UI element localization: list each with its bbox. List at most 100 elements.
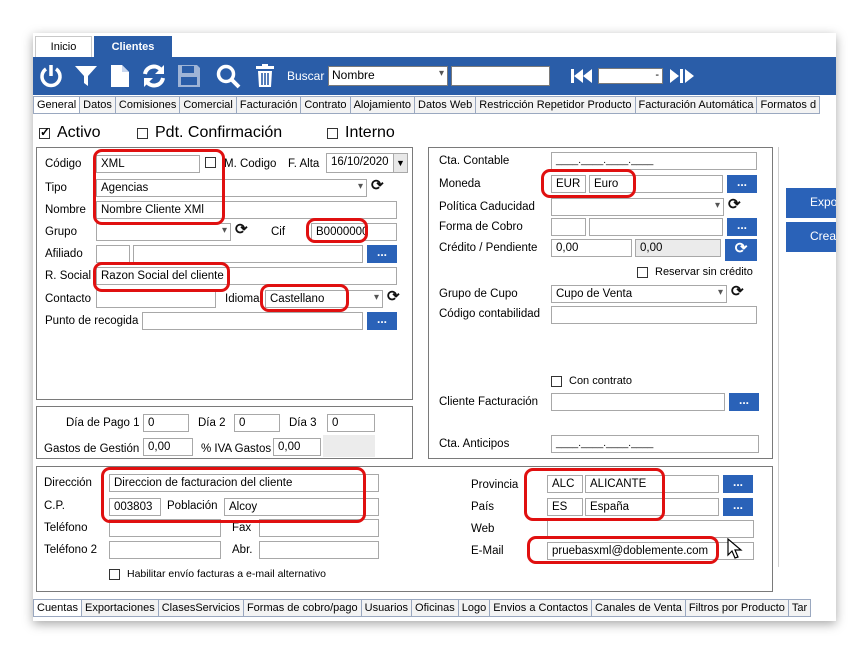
habilitar-envio-checkbox[interactable]: Habilitar envío facturas a e-mail altern… bbox=[109, 568, 326, 580]
moneda-code-field[interactable]: EUR bbox=[551, 175, 586, 193]
moneda-lookup-button[interactable]: ... bbox=[727, 175, 757, 193]
new-document-icon[interactable] bbox=[105, 61, 135, 91]
dia3-field[interactable]: 0 bbox=[327, 414, 375, 432]
afiliado-code-field[interactable] bbox=[96, 245, 130, 263]
pais-lookup-button[interactable]: ... bbox=[723, 498, 753, 516]
pdt-confirmacion-checkbox[interactable]: Pdt. Confirmación bbox=[137, 124, 282, 142]
idioma-refresh-icon[interactable]: ⟳ bbox=[387, 287, 400, 305]
search-icon[interactable] bbox=[213, 61, 243, 91]
provincia-name-field[interactable]: ALICANTE bbox=[585, 475, 719, 493]
save-icon[interactable] bbox=[174, 61, 204, 91]
date-dropdown-icon[interactable]: ▼ bbox=[393, 154, 407, 172]
section-tab-1[interactable]: Datos bbox=[80, 96, 116, 114]
forma-cobro-lookup-button[interactable]: ... bbox=[727, 218, 757, 236]
cta-anticipos-field[interactable]: ____.____.____.____ bbox=[551, 435, 759, 453]
section-tab-3[interactable]: Comercial bbox=[180, 96, 237, 114]
section-tab-9[interactable]: Facturación Automática bbox=[635, 96, 758, 114]
contacto-field[interactable] bbox=[96, 290, 216, 308]
crear-button[interactable]: Crea bbox=[786, 222, 836, 252]
rsocial-field[interactable]: Razon Social del cliente bbox=[96, 267, 397, 285]
interno-checkbox[interactable]: Interno bbox=[327, 124, 395, 142]
cliente-facturacion-field[interactable] bbox=[551, 393, 725, 411]
tipo-select[interactable]: Agencias bbox=[96, 179, 367, 197]
forma-cobro-name-field[interactable] bbox=[589, 218, 723, 236]
bottom-tab-2[interactable]: ClasesServicios bbox=[158, 599, 244, 617]
tab-clientes[interactable]: Clientes bbox=[94, 36, 172, 57]
contacto-label: Contacto bbox=[45, 293, 92, 305]
power-icon[interactable] bbox=[36, 61, 66, 91]
abr-field[interactable] bbox=[259, 541, 379, 559]
filter-icon[interactable] bbox=[71, 61, 101, 91]
dia-pago-field[interactable]: 0 bbox=[143, 414, 189, 432]
politica-refresh-icon[interactable]: ⟳ bbox=[728, 195, 741, 213]
credito-refresh-button[interactable]: ⟳ bbox=[725, 239, 757, 261]
telefono-field[interactable] bbox=[109, 519, 221, 537]
bottom-tab-8[interactable]: Canales de Venta bbox=[592, 599, 686, 617]
grupo-cupo-select[interactable]: Cupo de Venta bbox=[551, 285, 727, 303]
m-codigo-checkbox[interactable] bbox=[205, 157, 223, 171]
forma-cobro-code-field[interactable] bbox=[551, 218, 586, 236]
tipo-refresh-icon[interactable]: ⟳ bbox=[371, 176, 384, 194]
politica-caducidad-select[interactable] bbox=[551, 198, 724, 216]
delete-icon[interactable] bbox=[250, 61, 280, 91]
gastos-field[interactable]: 0,00 bbox=[143, 438, 193, 456]
cp-field[interactable]: 003803 bbox=[109, 498, 161, 516]
section-tab-8[interactable]: Restricción Repetidor Producto bbox=[476, 96, 636, 114]
cliente-facturacion-lookup-button[interactable]: ... bbox=[729, 393, 759, 411]
section-tab-2[interactable]: Comisiones bbox=[115, 96, 181, 114]
reservar-sin-credito-checkbox[interactable]: Reservar sin crédito bbox=[637, 266, 753, 278]
bottom-tab-1[interactable]: Exportaciones bbox=[81, 599, 159, 617]
pais-code-field[interactable]: ES bbox=[547, 498, 583, 516]
iva-gastos-field[interactable]: 0,00 bbox=[273, 438, 321, 456]
activo-checkbox[interactable]: Activo bbox=[39, 124, 101, 142]
bottom-tab-10[interactable]: Tar bbox=[788, 599, 812, 617]
afiliado-lookup-button[interactable]: ... bbox=[367, 245, 397, 263]
afiliado-name-field[interactable] bbox=[133, 245, 363, 263]
section-tab-4[interactable]: Facturación bbox=[236, 96, 302, 114]
exportar-button[interactable]: Expor bbox=[786, 188, 836, 218]
grupo-cupo-refresh-icon[interactable]: ⟳ bbox=[731, 282, 744, 300]
pais-name-field[interactable]: España bbox=[585, 498, 719, 516]
grupo-refresh-icon[interactable]: ⟳ bbox=[235, 220, 248, 238]
first-record-icon[interactable] bbox=[566, 61, 596, 91]
credito-field[interactable]: 0,00 bbox=[551, 239, 632, 257]
provincia-code-field[interactable]: ALC bbox=[547, 475, 583, 493]
grupo-select[interactable] bbox=[96, 223, 231, 241]
last-record-icon[interactable] bbox=[664, 61, 698, 91]
search-input[interactable] bbox=[451, 66, 550, 86]
poblacion-field[interactable]: Alcoy bbox=[224, 498, 379, 516]
section-tab-0[interactable]: General bbox=[33, 96, 81, 114]
cta-contable-field[interactable]: ____.____.____.____ bbox=[551, 152, 757, 170]
provincia-lookup-button[interactable]: ... bbox=[723, 475, 753, 493]
idioma-select[interactable]: Castellano bbox=[265, 290, 383, 308]
web-field[interactable] bbox=[547, 520, 754, 538]
cif-field[interactable]: B0000000 bbox=[311, 223, 397, 241]
con-contrato-checkbox[interactable]: Con contrato bbox=[551, 375, 632, 387]
section-tab-5[interactable]: Contrato bbox=[301, 96, 351, 114]
record-navigator[interactable]: - bbox=[598, 68, 663, 84]
bottom-tab-4[interactable]: Usuarios bbox=[361, 599, 413, 617]
bottom-tab-5[interactable]: Oficinas bbox=[412, 599, 459, 617]
dia2-field[interactable]: 0 bbox=[234, 414, 280, 432]
tab-inicio[interactable]: Inicio bbox=[35, 36, 92, 57]
refresh-icon[interactable] bbox=[139, 61, 169, 91]
moneda-name-field[interactable]: Euro bbox=[589, 175, 723, 193]
email-field[interactable]: pruebasxml@doblemente.com bbox=[547, 542, 754, 560]
fax-field[interactable] bbox=[259, 519, 379, 537]
search-field-select[interactable]: Nombre bbox=[328, 66, 448, 86]
direccion-field[interactable]: Direccion de facturacion del cliente bbox=[109, 474, 379, 492]
section-tab-7[interactable]: Datos Web bbox=[415, 96, 477, 114]
bottom-tab-3[interactable]: Formas de cobro/pago bbox=[243, 599, 362, 617]
bottom-tab-0[interactable]: Cuentas bbox=[33, 599, 82, 617]
section-tab-10[interactable]: Formatos d bbox=[757, 96, 821, 114]
section-tab-6[interactable]: Alojamiento bbox=[350, 96, 416, 114]
bottom-tab-9[interactable]: Filtros por Producto bbox=[685, 599, 789, 617]
punto-recogida-field[interactable] bbox=[142, 312, 363, 330]
codigo-contabilidad-field[interactable] bbox=[551, 306, 757, 324]
bottom-tab-6[interactable]: Logo bbox=[458, 599, 491, 617]
codigo-field[interactable]: XML bbox=[96, 155, 200, 173]
bottom-tab-7[interactable]: Envios a Contactos bbox=[490, 599, 593, 617]
punto-recogida-lookup-button[interactable]: ... bbox=[367, 312, 397, 330]
nombre-field[interactable]: Nombre Cliente XMl bbox=[96, 201, 397, 219]
telefono2-field[interactable] bbox=[109, 541, 221, 559]
